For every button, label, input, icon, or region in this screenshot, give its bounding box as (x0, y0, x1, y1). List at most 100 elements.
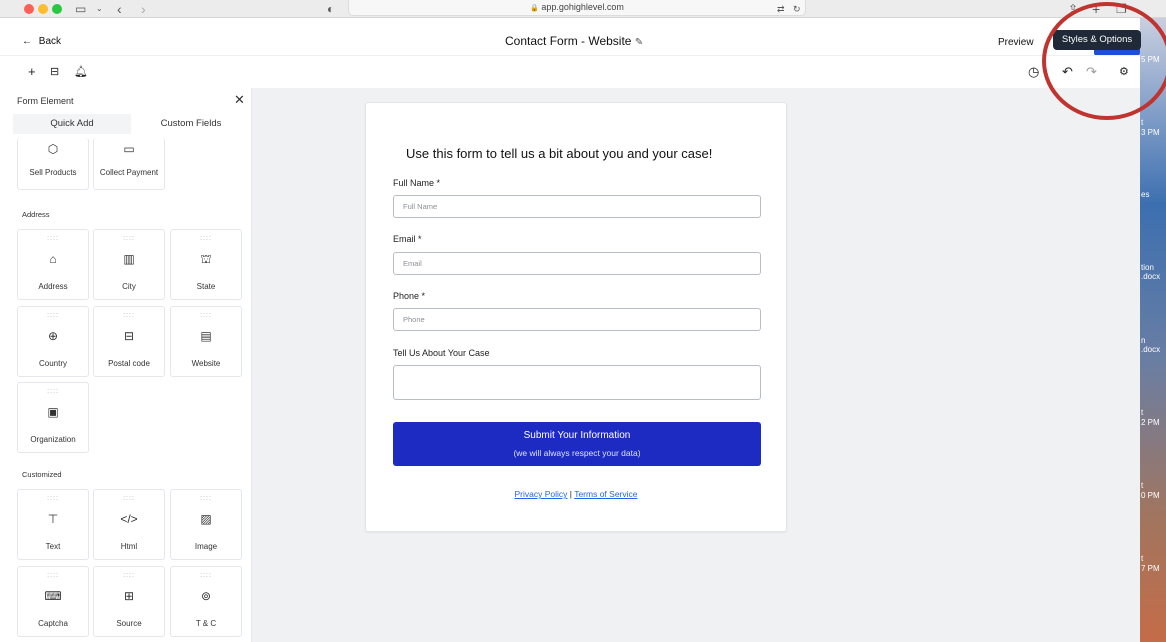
bell-icon[interactable]: 🔔︎ (74, 66, 88, 78)
landmark-icon: ⛫ (200, 252, 212, 266)
desktop-label: es (1141, 190, 1150, 199)
add-icon[interactable]: + (28, 65, 36, 78)
layers-icon[interactable]: ⊟ (50, 66, 59, 78)
tile-label: Captcha (38, 619, 68, 628)
desktop-label: tion (1141, 263, 1154, 272)
image-icon: ▨ (200, 512, 212, 526)
tile-city[interactable]: :::: ▥ City (93, 229, 165, 300)
section-label-address: Address (22, 210, 50, 219)
chevron-down-icon[interactable]: ⌄ (96, 0, 103, 18)
minimize-window-button[interactable] (38, 4, 48, 14)
submit-sub-label: (we will always respect your data) (513, 448, 641, 458)
builder-header: ← Back Contact Form - Website ✎ Preview … (0, 18, 1141, 88)
tile-image[interactable]: :::: ▨ Image (170, 489, 242, 560)
legal-links: Privacy Policy | Terms of Service (366, 489, 786, 499)
sidebar-toggle-icon[interactable]: ▭ (75, 0, 86, 18)
drag-handle-icon: :::: (123, 235, 135, 242)
phone-label: Phone * (393, 291, 426, 301)
credit-card-icon: ▭ (123, 142, 135, 156)
desktop-label: n (1141, 336, 1146, 345)
close-window-button[interactable] (24, 4, 34, 14)
tile-label: State (196, 282, 216, 291)
id-badge-icon: ▣ (47, 405, 59, 419)
drag-handle-icon: :::: (47, 495, 59, 502)
desktop-label: 7 PM (1141, 564, 1160, 573)
tile-label: Source (116, 619, 142, 628)
tile-source[interactable]: :::: ⊞ Source (93, 566, 165, 637)
tile-address[interactable]: :::: ⌂ Address (17, 229, 89, 300)
form-element-panel: Form Element ✕ Quick Add Custom Fields ⬡… (0, 88, 252, 642)
drag-handle-icon: :::: (47, 388, 59, 395)
lock-icon: 🔒 (530, 5, 539, 12)
tile-state[interactable]: :::: ⛫ State (170, 229, 242, 300)
back-label: Back (38, 36, 62, 47)
drag-handle-icon: :::: (123, 572, 135, 579)
tile-label: City (122, 282, 136, 291)
form-preview-card[interactable]: Use this form to tell us a bit about you… (365, 102, 787, 532)
privacy-policy-link[interactable]: Privacy Policy (514, 489, 567, 499)
tile-label: Country (38, 359, 67, 368)
tile-terms-conditions[interactable]: :::: ⊚ T & C (170, 566, 242, 637)
phone-field[interactable]: Phone (393, 308, 761, 331)
tile-website[interactable]: :::: ▤ Website (170, 306, 242, 377)
browser-toolbar: ▭ ⌄ ‹ › ◐ 🔒 app.gohighlevel.com ⇄ ↻ ⇪ + … (0, 0, 1166, 18)
form-heading: Use this form to tell us a bit about you… (406, 146, 713, 161)
tile-html[interactable]: :::: </> Html (93, 489, 165, 560)
drag-handle-icon: :::: (47, 572, 59, 579)
close-icon[interactable]: ✕ (234, 92, 245, 108)
tile-sell-products[interactable]: ⬡ Sell Products (17, 138, 89, 190)
tile-organization[interactable]: :::: ▣ Organization (17, 382, 89, 453)
maximize-window-button[interactable] (52, 4, 62, 14)
privacy-shield-icon[interactable]: ◐ (327, 0, 334, 18)
browser-back-icon[interactable]: ‹ (117, 0, 122, 18)
header-divider (0, 55, 1140, 56)
tab-custom-fields[interactable]: Custom Fields (131, 114, 251, 134)
tile-label: Html (120, 542, 138, 551)
drag-handle-icon: :::: (47, 235, 59, 242)
case-textarea[interactable] (393, 365, 761, 400)
drag-handle-icon: :::: (123, 312, 135, 319)
section-label-customized: Customized (22, 470, 62, 479)
url-bar[interactable]: 🔒 app.gohighlevel.com (348, 0, 806, 16)
url-text: app.gohighlevel.com (541, 2, 624, 12)
desktop-label: 2 PM (1141, 418, 1160, 427)
desktop-background (1140, 18, 1166, 642)
panel-tabs: Quick Add Custom Fields (13, 114, 251, 134)
drag-handle-icon: :::: (200, 312, 212, 319)
reload-icon[interactable]: ↻ (793, 0, 801, 18)
text-icon: ⊤ (47, 512, 59, 526)
tile-postal-code[interactable]: :::: ⊟ Postal code (93, 306, 165, 377)
tile-country[interactable]: :::: ⊕ Country (17, 306, 89, 377)
form-builder-app: ← Back Contact Form - Website ✎ Preview … (0, 18, 1141, 642)
desktop-label: 0 PM (1141, 491, 1160, 500)
drag-handle-icon: :::: (200, 235, 212, 242)
mailbox-icon: ⊟ (123, 329, 135, 343)
email-label: Email * (393, 234, 422, 244)
full-name-field[interactable]: Full Name (393, 195, 761, 218)
full-name-label: Full Name * (393, 178, 441, 188)
desktop-label: 3 PM (1141, 128, 1160, 137)
drag-handle-icon: :::: (200, 495, 212, 502)
tile-captcha[interactable]: :::: ⌨ Captcha (17, 566, 89, 637)
tab-quick-add[interactable]: Quick Add (13, 114, 131, 134)
preview-button[interactable]: Preview (998, 37, 1034, 48)
translate-icon[interactable]: ⇄ (777, 0, 785, 18)
email-field[interactable]: Email (393, 252, 761, 275)
browser-forward-icon[interactable]: › (141, 0, 146, 18)
submit-button[interactable]: Submit Your Information (we will always … (393, 422, 761, 466)
code-icon: </> (120, 512, 138, 526)
globe-icon: ⊕ (47, 329, 59, 343)
terms-of-service-link[interactable]: Terms of Service (574, 489, 637, 499)
panel-title: Form Element (17, 96, 74, 106)
desktop-label: t (1141, 408, 1144, 417)
buildings-icon: ▥ (123, 252, 135, 266)
tile-collect-payment[interactable]: ▭ Collect Payment (93, 138, 165, 190)
pencil-icon[interactable]: ✎ (635, 37, 643, 48)
history-icon[interactable]: ◷ (1028, 65, 1039, 78)
tile-label: Address (38, 282, 68, 291)
tile-text[interactable]: :::: ⊤ Text (17, 489, 89, 560)
desktop-label: t (1141, 118, 1144, 127)
back-button[interactable]: ← Back (22, 36, 61, 47)
desktop-label: .docx (1141, 272, 1161, 281)
tile-label: Collect Payment (99, 168, 159, 177)
